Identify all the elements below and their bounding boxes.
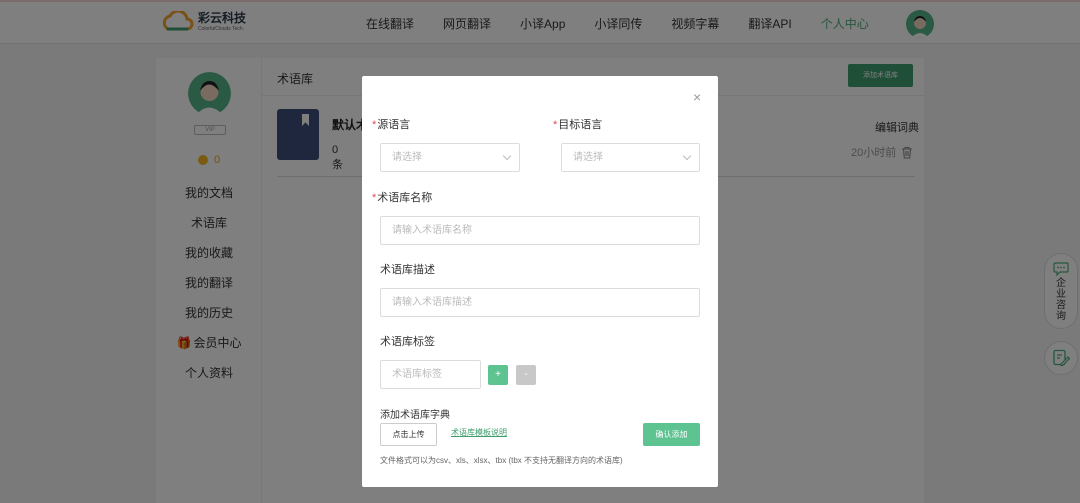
add-termbase-dialog: × *源语言 请选择 *目标语言 请选择 *术语库名称 请输入术语库名称 术语库… bbox=[362, 76, 718, 487]
termbase-tag-input[interactable]: 术语库标签 bbox=[380, 360, 481, 389]
close-icon[interactable]: × bbox=[693, 90, 701, 104]
termbase-tag-label: 术语库标签 bbox=[380, 336, 435, 348]
chevron-down-icon bbox=[502, 151, 512, 161]
upload-button[interactable]: 点击上传 bbox=[380, 423, 437, 446]
required-mark: * bbox=[372, 192, 377, 204]
termbase-name-label: *术语库名称 bbox=[372, 192, 433, 204]
source-language-select[interactable]: 请选择 bbox=[380, 143, 520, 172]
confirm-add-button[interactable]: 确认添加 bbox=[643, 423, 700, 446]
source-language-label: *源语言 bbox=[372, 119, 411, 131]
remove-tag-button[interactable]: - bbox=[516, 365, 536, 385]
termbase-name-input[interactable]: 请输入术语库名称 bbox=[380, 216, 700, 245]
target-language-label: *目标语言 bbox=[553, 119, 603, 131]
chevron-down-icon bbox=[682, 151, 692, 161]
target-language-placeholder: 请选择 bbox=[573, 152, 603, 163]
required-mark: * bbox=[372, 119, 377, 131]
termbase-description-label: 术语库描述 bbox=[380, 264, 435, 276]
required-mark: * bbox=[553, 119, 558, 131]
target-language-select[interactable]: 请选择 bbox=[561, 143, 700, 172]
template-guide-link[interactable]: 术语库模板说明 bbox=[451, 427, 507, 438]
source-language-placeholder: 请选择 bbox=[392, 152, 422, 163]
termbase-description-input[interactable]: 请输入术语库描述 bbox=[380, 288, 700, 317]
add-tag-button[interactable]: + bbox=[488, 365, 508, 385]
add-dictionary-label: 添加术语库字典 bbox=[380, 410, 450, 421]
file-format-note: 文件格式可以为csv、xls、xlsx、tbx (tbx 不支持无翻译方向的术语… bbox=[380, 456, 623, 465]
